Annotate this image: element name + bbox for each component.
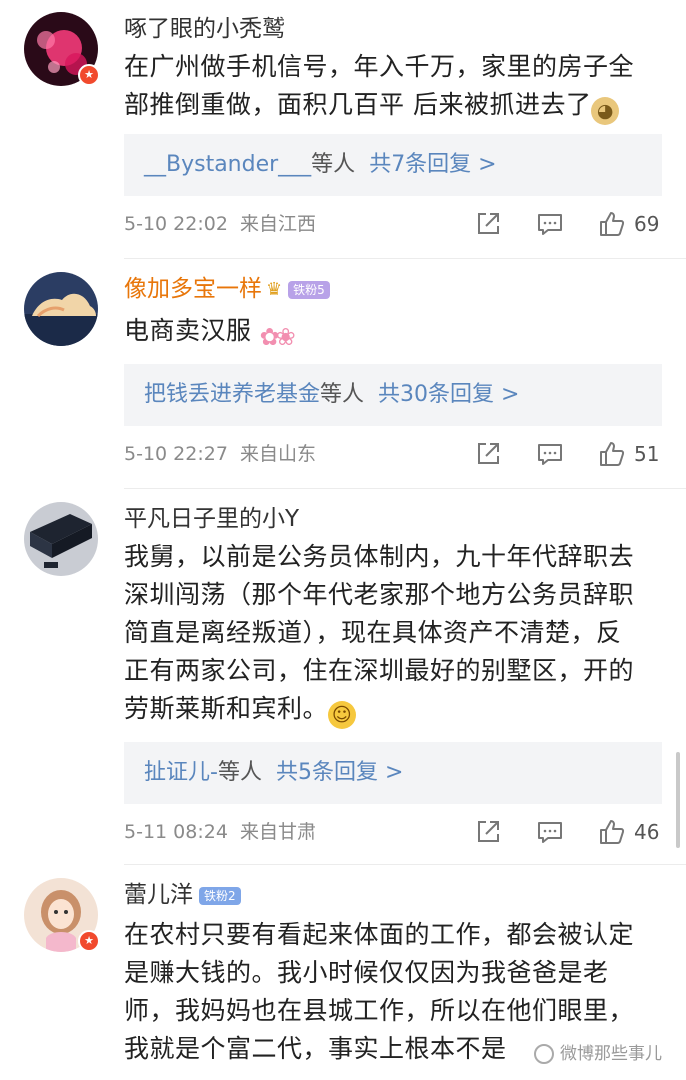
username[interactable]: 啄了眼的小秃鹫 [124,14,285,44]
comment-meta: 5-10 22:02 来自江西 [124,210,316,238]
scrollbar[interactable] [676,752,680,848]
laugh-cry-emoji: ☺ [328,701,357,729]
share-icon[interactable] [474,818,502,846]
timestamp: 5-11 08:24 [124,821,228,843]
comment-line: 我舅，以前是公务员体制内，九十年代辞职去 [124,542,635,571]
divider [124,488,686,489]
comment-actions: 69 [440,208,662,240]
comment-text: 在广州做手机信号，年入千万，家里的房子全 部推倒重做，面积几百平 后来被抓进去了… [124,48,664,125]
reply-count[interactable]: 共7条回复 > [369,152,496,177]
comment-icon[interactable] [536,440,564,468]
timestamp: 5-10 22:27 [124,443,228,465]
comment-line: 简直是离经叛道），现在具体资产不清楚，反 [124,618,622,647]
avatar[interactable] [24,502,98,576]
reply-mid: 等人 [217,760,262,785]
comment-icon[interactable] [536,210,564,238]
reply-summary[interactable]: __Bystander___等人 共7条回复 > [124,134,662,196]
doge-emoji: ◕ [591,97,620,125]
location: 来自山东 [240,443,317,465]
reply-count[interactable]: 共30条回复 > [378,382,519,407]
comment-line: 劳斯莱斯和宾利。 [124,694,329,723]
watermark-text: 微博那些事儿 [560,1044,662,1064]
username[interactable]: 蕾儿洋 铁粉2 [124,880,241,910]
username-text[interactable]: 像加多宝一样 [124,276,262,302]
like-icon[interactable] [598,210,626,238]
location: 来自甘肃 [240,821,317,843]
flower-emoji: ✿❀ [259,323,296,351]
reply-summary[interactable]: 扯证儿-等人 共5条回复 > [124,742,662,804]
divider [124,864,686,865]
like-icon[interactable] [598,818,626,846]
comment-line: 师，我妈妈也在县城工作，所以在他们眼里， [124,996,635,1025]
wechat-icon [534,1044,554,1064]
reply-user[interactable]: 把钱丢进养老基金 [144,382,320,407]
reply-mid: 等人 [320,382,365,407]
like-count: 51 [634,442,660,466]
comment-actions: 51 [440,438,662,470]
comment-line: 是赚大钱的。我小时候仅仅因为我爸爸是老 [124,958,609,987]
comment-line: 在农村只要有看起来体面的工作，都会被认定 [124,920,635,949]
divider [124,258,686,259]
like-count: 46 [634,820,660,844]
reply-user[interactable]: 扯证儿- [144,760,218,785]
comment-meta: 5-11 08:24 来自甘肃 [124,818,316,846]
like-icon[interactable] [598,440,626,468]
verified-icon: ★ [78,64,100,86]
watermark: 微博那些事儿 [534,1040,662,1068]
comment-text: 电商卖汉服 ✿❀ [124,312,664,356]
reply-summary[interactable]: 把钱丢进养老基金等人 共30条回复 > [124,364,662,426]
reply-count[interactable]: 共5条回复 > [276,760,403,785]
reply-user[interactable]: __Bystander___ [144,152,311,177]
comment-line: 深圳闯荡（那个年代老家那个地方公务员辞职 [124,580,635,609]
comment-icon[interactable] [536,818,564,846]
like-count: 69 [634,212,660,236]
username[interactable]: 像加多宝一样 ♛ 铁粉5 [124,274,330,305]
fan-badge: 铁粉5 [288,280,330,299]
fan-badge: 铁粉2 [199,886,241,905]
comment-line: 正有两家公司，住在深圳最好的别墅区，开的 [124,656,635,685]
timestamp: 5-10 22:02 [124,213,228,235]
verified-icon: ★ [78,930,100,952]
crown-icon: ♛ [266,278,283,300]
comment-text: 我舅，以前是公务员体制内，九十年代辞职去 深圳闯荡（那个年代老家那个地方公务员辞… [124,538,664,729]
comment-line: 部推倒重做，面积几百平 后来被抓进去了 [124,90,592,119]
comment-actions: 46 [440,816,662,848]
share-icon[interactable] [474,210,502,238]
reply-mid: 等人 [311,152,356,177]
comment-line: 电商卖汉服 [124,316,252,345]
avatar[interactable] [24,272,98,346]
share-icon[interactable] [474,440,502,468]
username-text[interactable]: 蕾儿洋 [124,882,193,908]
username[interactable]: 平凡日子里的小Y [124,504,299,534]
location: 来自江西 [240,213,317,235]
comment-meta: 5-10 22:27 来自山东 [124,440,316,468]
comment-line: 在广州做手机信号，年入千万，家里的房子全 [124,52,635,81]
